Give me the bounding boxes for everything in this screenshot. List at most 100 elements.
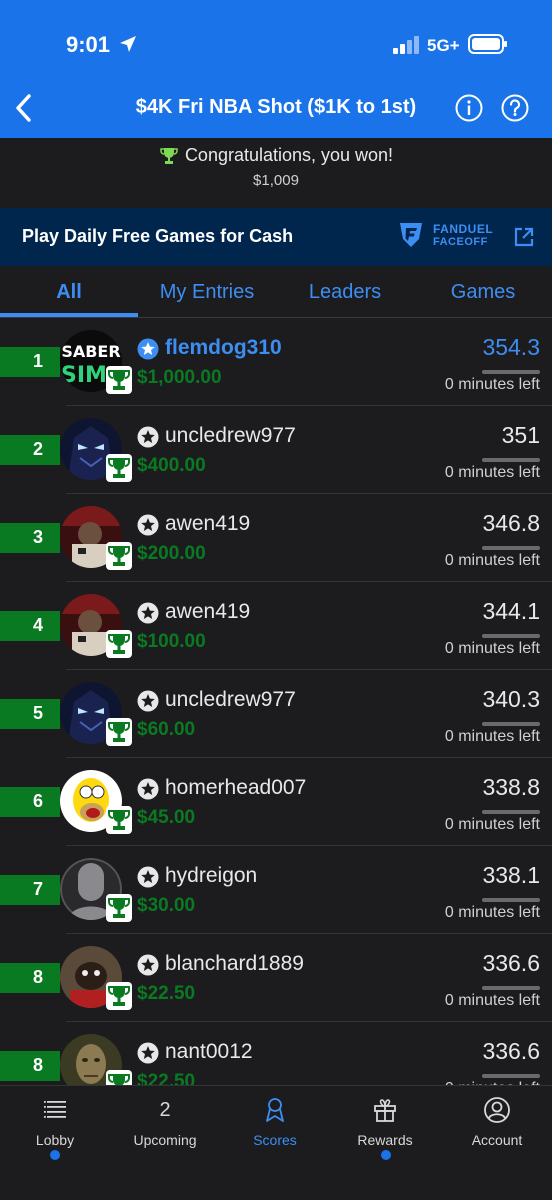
promo-text: Play Daily Free Games for Cash <box>22 226 294 246</box>
nav-lobby[interactable]: Lobby <box>0 1096 110 1148</box>
fantasy-score: 354.3 <box>482 334 540 360</box>
progress-bar <box>482 370 540 374</box>
username[interactable]: uncledrew977 <box>165 688 296 712</box>
brand-subname: FACEOFF <box>433 236 488 248</box>
svg-text:SIM: SIM <box>61 363 107 388</box>
svg-text:SABER: SABER <box>61 342 120 361</box>
username[interactable]: awen419 <box>165 512 250 536</box>
leaderboard-row[interactable]: 2 uncledrew977 $400.00 351 0 minutes left <box>0 406 552 494</box>
time-left: 0 minutes left <box>444 376 540 393</box>
chevron-left-icon <box>16 94 31 122</box>
tab-my-entries[interactable]: My Entries <box>138 281 276 304</box>
nav-account[interactable]: Account <box>442 1096 552 1148</box>
username[interactable]: blanchard1889 <box>165 952 304 976</box>
username[interactable]: homerhead007 <box>165 776 306 800</box>
fantasy-score: 338.8 <box>482 774 540 800</box>
status-time: 9:01 <box>66 32 111 57</box>
winnings-amount: $1,009 <box>253 172 299 189</box>
nav-scores[interactable]: Scores <box>220 1096 330 1148</box>
username[interactable]: flemdog310 <box>165 336 282 360</box>
fanduel-shield-icon <box>400 223 422 247</box>
signal-icon <box>393 36 419 54</box>
progress-bar <box>482 898 540 902</box>
tab-all[interactable]: All <box>0 281 138 304</box>
progress-bar <box>482 634 540 638</box>
leaderboard-row[interactable]: 1 SABER SIM flemdog310 $1,000.00 354.3 0 minut… <box>0 318 552 406</box>
fantasy-score: 336.6 <box>482 950 540 976</box>
nav-upcoming[interactable]: 2 Upcoming <box>110 1096 220 1148</box>
tab-games[interactable]: Games <box>414 281 552 304</box>
star-badge-icon <box>137 1042 159 1064</box>
rank-number: 6 <box>32 791 43 811</box>
rank-number: 8 <box>32 1055 43 1075</box>
location-arrow-icon <box>120 36 136 52</box>
trophy-icon <box>106 718 132 746</box>
back-button[interactable] <box>8 88 38 128</box>
congrats-message: Congratulations, you won! <box>184 145 394 165</box>
trophy-icon <box>160 147 178 164</box>
nav-rewards-label: Rewards <box>357 1132 413 1148</box>
nav-rewards[interactable]: Rewards <box>330 1096 440 1148</box>
rank-number: 7 <box>32 879 43 899</box>
fantasy-score: 351 <box>501 422 540 448</box>
star-badge-icon <box>137 954 159 976</box>
progress-bar <box>482 1074 540 1078</box>
leaderboard-row[interactable]: 5 uncledrew977 $60.00 340.3 0 minutes left <box>0 670 552 758</box>
rank-number: 8 <box>32 967 43 987</box>
trophy-icon <box>106 982 132 1010</box>
trophy-icon <box>106 542 132 570</box>
star-badge-icon <box>137 778 159 800</box>
time-left: 0 minutes left <box>444 552 540 569</box>
progress-bar <box>482 986 540 990</box>
progress-bar <box>482 546 540 550</box>
info-icon[interactable] <box>455 94 483 122</box>
nav-upcoming-label: Upcoming <box>133 1132 197 1148</box>
time-left: 0 minutes left <box>444 816 540 833</box>
tab-leaders[interactable]: Leaders <box>276 281 414 304</box>
leaderboard-row[interactable]: 3 awen419 $200.00 346.8 0 minutes left <box>0 494 552 582</box>
username[interactable]: hydreigon <box>165 864 257 888</box>
time-left: 0 minutes left <box>444 904 540 921</box>
time-left: 0 minutes left <box>444 464 540 481</box>
trophy-icon <box>106 806 132 834</box>
leaderboard-row[interactable]: 6 homerhead007 $45.00 338.8 0 minutes left <box>0 758 552 846</box>
lobby-list-icon <box>44 1101 66 1118</box>
star-badge-icon <box>137 514 159 536</box>
external-link-icon[interactable] <box>513 226 535 248</box>
prize-amount: $200.00 <box>137 543 206 564</box>
progress-bar <box>482 722 540 726</box>
nav-account-label: Account <box>471 1132 523 1148</box>
time-left: 0 minutes left <box>444 640 540 657</box>
help-icon[interactable] <box>501 94 529 122</box>
prize-amount: $30.00 <box>137 895 196 916</box>
nav-lobby-label: Lobby <box>35 1132 75 1148</box>
bottom-nav: Lobby 2 Upcoming Scores Rewards Account <box>0 1085 552 1200</box>
leaderboard-row[interactable]: 8 blanchard1889 $22.50 336.6 0 minutes left <box>0 934 552 1022</box>
star-badge-icon <box>137 866 159 888</box>
progress-bar <box>482 458 540 462</box>
star-badge-icon <box>137 426 159 448</box>
prize-amount: $400.00 <box>137 455 206 476</box>
page-title: $4K Fri NBA Shot ($1K to 1st) <box>135 96 417 118</box>
gift-icon <box>374 1099 396 1122</box>
fantasy-score: 344.1 <box>482 598 540 624</box>
star-badge-icon <box>137 602 159 624</box>
time-left: 0 minutes left <box>444 992 540 1009</box>
brand-name: FANDUEL <box>433 222 494 236</box>
trophy-icon <box>106 894 132 922</box>
tab-bar: All My Entries Leaders Games <box>0 266 552 318</box>
fantasy-score: 336.6 <box>482 1038 540 1064</box>
nav-scores-label: Scores <box>253 1132 297 1148</box>
battery-icon <box>468 34 507 54</box>
username[interactable]: nant0012 <box>165 1040 253 1064</box>
leaderboard-row[interactable]: 7 hydreigon $30.00 338.1 0 minutes left <box>0 846 552 934</box>
username[interactable]: uncledrew977 <box>165 424 296 448</box>
username[interactable]: awen419 <box>165 600 250 624</box>
leaderboard-row[interactable]: 4 awen419 $100.00 344.1 0 minutes left <box>0 582 552 670</box>
progress-bar <box>482 810 540 814</box>
star-badge-icon <box>137 338 159 360</box>
lobby-notification-dot <box>50 1150 60 1160</box>
prize-amount: $45.00 <box>137 807 196 828</box>
fantasy-score: 338.1 <box>482 862 540 888</box>
upcoming-count: 2 <box>159 1099 171 1121</box>
